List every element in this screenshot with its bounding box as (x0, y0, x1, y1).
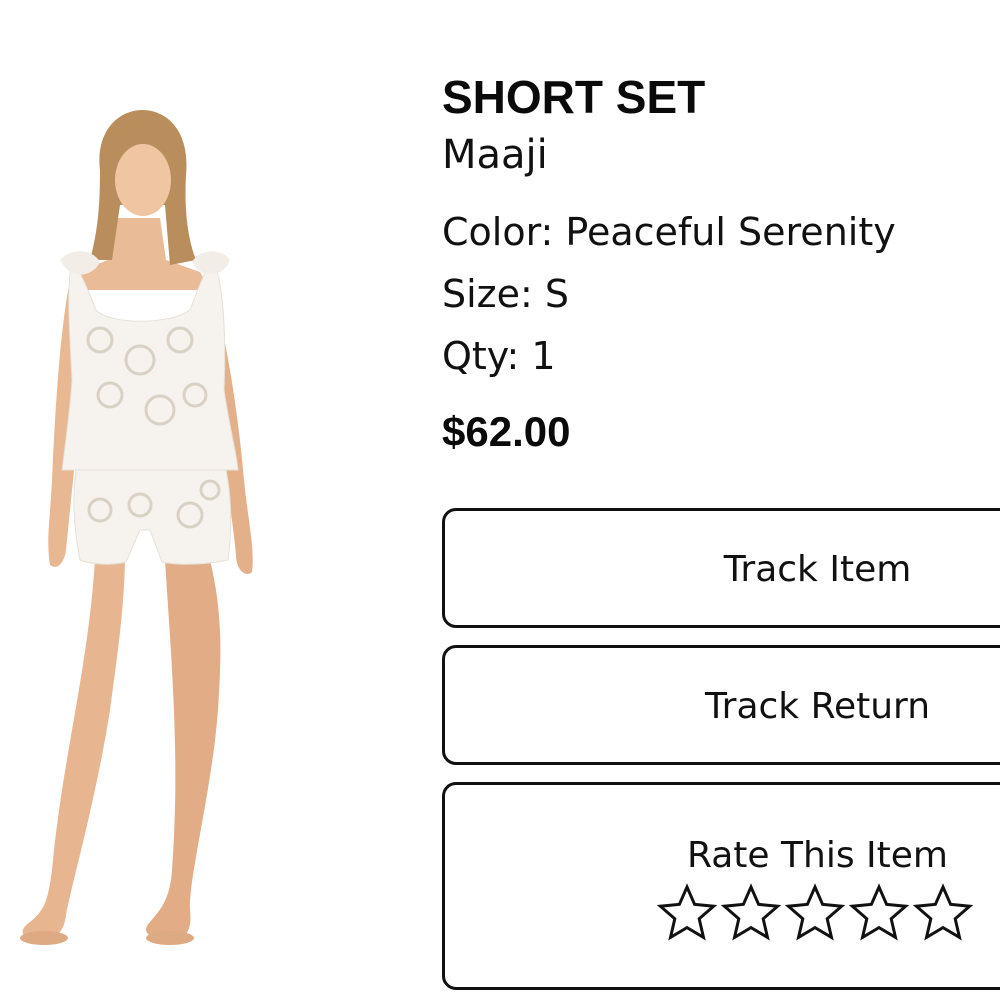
rate-item-label: Rate This Item (687, 835, 948, 876)
product-size: Size: S (442, 272, 570, 316)
star-4-icon[interactable] (849, 883, 909, 943)
product-image (0, 110, 290, 950)
star-2-icon[interactable] (721, 883, 781, 943)
rate-item-panel: Rate This Item (442, 782, 1000, 990)
product-brand: Maaji (442, 132, 548, 178)
product-quantity: Qty: 1 (442, 334, 556, 378)
track-return-button[interactable]: Track Return (442, 645, 1000, 765)
product-color: Color: Peaceful Serenity (442, 210, 896, 254)
star-rating (657, 883, 973, 943)
product-price: $62.00 (442, 408, 571, 455)
product-title: SHORT SET (442, 71, 706, 123)
star-1-icon[interactable] (657, 883, 717, 943)
track-item-button[interactable]: Track Item (442, 508, 1000, 628)
track-item-label: Track Item (723, 549, 912, 590)
star-5-icon[interactable] (913, 883, 973, 943)
track-return-label: Track Return (704, 686, 931, 727)
star-3-icon[interactable] (785, 883, 845, 943)
